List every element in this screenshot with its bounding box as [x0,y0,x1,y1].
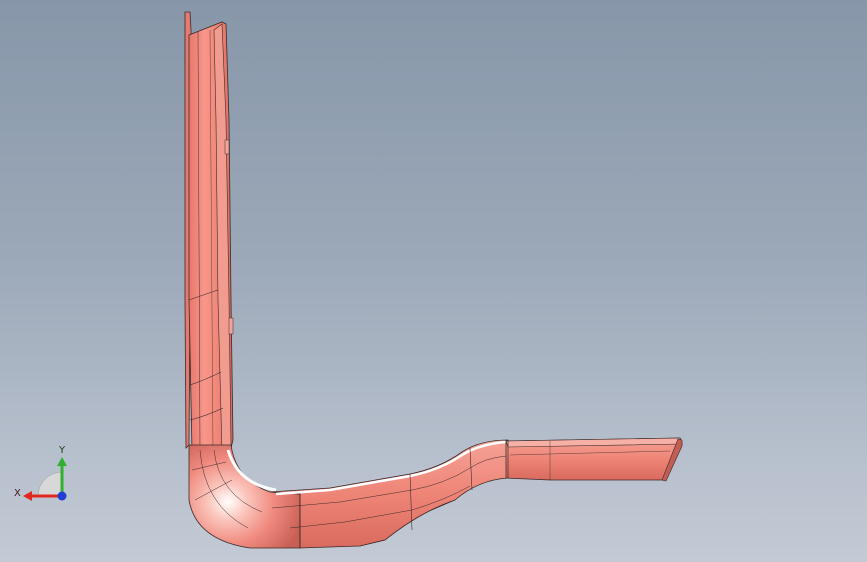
triad-plane-quadrant [37,471,63,497]
x-axis-arrowhead [23,491,32,501]
cad-graphics-viewport[interactable]: Y X [0,0,867,562]
side-tab [224,139,230,155]
straight-end-tube[interactable] [505,437,683,482]
orientation-triad[interactable]: Y X [12,440,76,506]
y-axis-label: Y [58,445,66,456]
x-axis-label: X [14,488,21,499]
z-axis-dot [57,491,67,501]
vertical-leg[interactable] [184,11,234,453]
bend-body [188,444,301,549]
y-axis-arrowhead [57,457,67,466]
side-tab [228,317,234,335]
3d-model-view[interactable] [0,0,867,562]
lower-tube[interactable] [269,439,509,549]
bend-section[interactable] [188,444,301,549]
